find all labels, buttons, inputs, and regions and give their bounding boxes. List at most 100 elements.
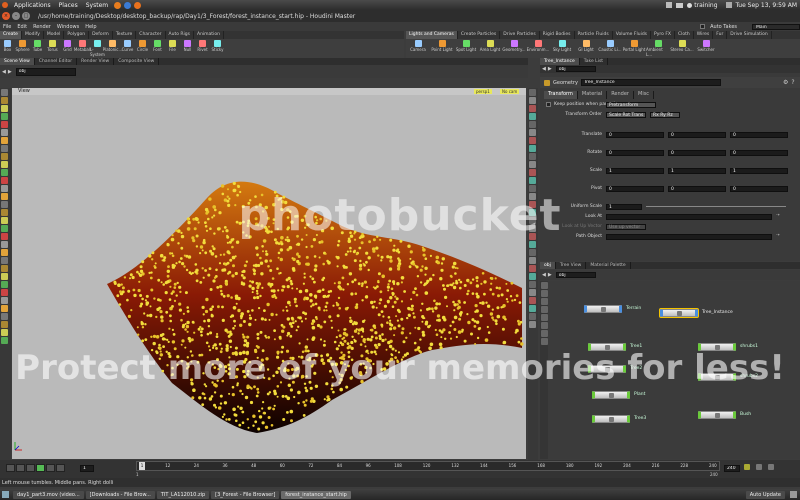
network-tab-material-palette[interactable]: Material Palette: [586, 262, 631, 269]
display-option-29-icon[interactable]: [529, 313, 536, 320]
tool-bg-icon[interactable]: [1, 265, 8, 272]
tab-channel-editor[interactable]: Channel Editor: [35, 58, 78, 65]
display-option-19-icon[interactable]: [529, 233, 536, 240]
shelf-tool-ambient-l[interactable]: Ambient L...: [646, 39, 670, 57]
firefox-icon[interactable]: [114, 1, 122, 9]
network-tool-5-icon[interactable]: [541, 314, 548, 321]
shelf-tab-create-particles[interactable]: Create Particles: [458, 31, 501, 39]
shelf-tool-geometry[interactable]: Geometry...: [502, 39, 526, 52]
mail-icon[interactable]: [676, 2, 684, 8]
timeline-bar[interactable]: 1 1 12 24 36 48 60 72 84 96 108 120 132 144 156 168 180…: [136, 461, 720, 471]
tool-dopsel-icon[interactable]: [1, 329, 8, 336]
shelf-tool-area-light[interactable]: Area Light: [478, 39, 502, 52]
tool-light-icon[interactable]: [1, 209, 8, 216]
shelf-tool-curve[interactable]: Curve: [120, 39, 135, 52]
play-button[interactable]: [36, 464, 45, 472]
tool-render-icon[interactable]: [1, 185, 8, 192]
shelf-tab-volume-fluids[interactable]: Volume Fluids: [613, 31, 652, 39]
shelf-tab-lights-and-cameras[interactable]: Lights and Cameras: [406, 31, 458, 39]
display-option-11-icon[interactable]: [529, 169, 536, 176]
shelf-tab-modify[interactable]: Modify: [22, 31, 44, 39]
help-icon[interactable]: ?: [791, 79, 794, 86]
back-arrow-icon[interactable]: ◀: [542, 272, 546, 278]
shelf-tool-null[interactable]: Null: [180, 39, 195, 52]
jump-start-button[interactable]: [6, 464, 15, 472]
shelf-tool-stereo-ca[interactable]: Stereo Ca...: [670, 39, 694, 52]
network-tool-2-icon[interactable]: [541, 290, 548, 297]
tool-camera-icon[interactable]: [1, 201, 8, 208]
node-tree3[interactable]: [592, 415, 630, 423]
shelf-tool-camera[interactable]: Camera: [406, 39, 430, 52]
menu-edit[interactable]: Edit: [14, 24, 30, 30]
realtime-toggle[interactable]: [768, 464, 774, 470]
tool-brush-icon[interactable]: [1, 145, 8, 152]
shelf-tool-environm[interactable]: Environm...: [526, 39, 550, 52]
tool-scene-icon[interactable]: [1, 321, 8, 328]
shelf-tab-character[interactable]: Character: [136, 31, 166, 39]
tab-composite-view[interactable]: Composite View: [114, 58, 160, 65]
display-option-25-icon[interactable]: [529, 281, 536, 288]
trash-icon[interactable]: [790, 491, 797, 498]
shelf-tool-file[interactable]: File: [165, 39, 180, 52]
volume-icon[interactable]: [725, 2, 732, 8]
shelf-tool-circle[interactable]: Circle: [135, 39, 150, 52]
display-option-2-icon[interactable]: [529, 97, 536, 104]
translate-x-field[interactable]: 0: [606, 132, 664, 138]
taskbar-item-downloads-file-brow[interactable]: [Downloads - File Brow...: [85, 490, 155, 499]
close-button[interactable]: ×: [2, 12, 10, 20]
node-bush[interactable]: [698, 411, 736, 419]
shelf-tool-sphere[interactable]: Sphere: [15, 39, 30, 52]
shelf-tool-platonic[interactable]: Platonic...: [103, 39, 122, 52]
scale-x-field[interactable]: 1: [606, 168, 664, 174]
transform-order-select[interactable]: Scale Rot Trans: [606, 112, 646, 118]
display-option-3-icon[interactable]: [529, 105, 536, 112]
show-desktop-icon[interactable]: [2, 491, 9, 498]
rotate-z-field[interactable]: 0: [730, 150, 788, 156]
display-option-15-icon[interactable]: [529, 201, 536, 208]
tool-stash-icon[interactable]: [1, 313, 8, 320]
tab-render-view[interactable]: Render View: [77, 58, 115, 65]
node-tree-instance[interactable]: [659, 308, 699, 318]
forward-arrow-icon[interactable]: ▶: [8, 69, 12, 75]
tool-paint-icon[interactable]: [1, 153, 8, 160]
tool-home-icon[interactable]: [1, 233, 8, 240]
shelf-tool-box[interactable]: Box: [0, 39, 15, 52]
desktop-select[interactable]: Main: [752, 23, 800, 30]
shelf-tab-fur[interactable]: Fur: [713, 31, 728, 39]
clock[interactable]: Tue Sep 13, 9:59 AM: [736, 2, 797, 9]
network-tool-4-icon[interactable]: [541, 306, 548, 313]
uniform-scale-slider[interactable]: [646, 206, 786, 207]
scale-z-field[interactable]: 1: [730, 168, 788, 174]
node-tree1[interactable]: [588, 343, 626, 351]
tool-particles-icon[interactable]: [1, 337, 8, 344]
tool-rotate-icon[interactable]: [1, 105, 8, 112]
step-back-button[interactable]: [16, 464, 25, 472]
user-icon[interactable]: [687, 2, 693, 8]
display-option-22-icon[interactable]: [529, 257, 536, 264]
help-icon[interactable]: [124, 1, 132, 9]
tab-scene-view[interactable]: Scene View: [0, 58, 35, 65]
tool-sculpt-icon[interactable]: [1, 289, 8, 296]
network-editor[interactable]: Terrain Tree_Instance Tree1 Tree2 Tree3 shrub…: [540, 281, 800, 459]
tool-handle-icon[interactable]: [1, 121, 8, 128]
display-option-8-icon[interactable]: [529, 145, 536, 152]
back-arrow-icon[interactable]: ◀: [542, 66, 546, 72]
translate-z-field[interactable]: 0: [730, 132, 788, 138]
tool-view-icon[interactable]: [1, 137, 8, 144]
display-option-13-icon[interactable]: [529, 185, 536, 192]
tool-frame-icon[interactable]: [1, 241, 8, 248]
display-option-14-icon[interactable]: [529, 193, 536, 200]
node-name-field[interactable]: Tree_Instance: [580, 79, 721, 86]
tool-pin-icon[interactable]: [1, 305, 8, 312]
pivot-x-field[interactable]: 0: [606, 186, 664, 192]
shelf-tool-tube[interactable]: Tube: [30, 39, 45, 52]
shelf-tool-caustic-li[interactable]: Caustic Li...: [598, 39, 622, 52]
shelf-tab-animation[interactable]: Animation: [194, 31, 224, 39]
tool-select-icon[interactable]: [1, 89, 8, 96]
tool-info-icon[interactable]: [1, 273, 8, 280]
display-option-5-icon[interactable]: [529, 121, 536, 128]
network-tool-1-icon[interactable]: [541, 282, 548, 289]
menu-system[interactable]: System: [82, 2, 112, 9]
shelf-tab-auto-rigs[interactable]: Auto Rigs: [166, 31, 194, 39]
network-tab-tree-view[interactable]: Tree View: [556, 262, 587, 269]
